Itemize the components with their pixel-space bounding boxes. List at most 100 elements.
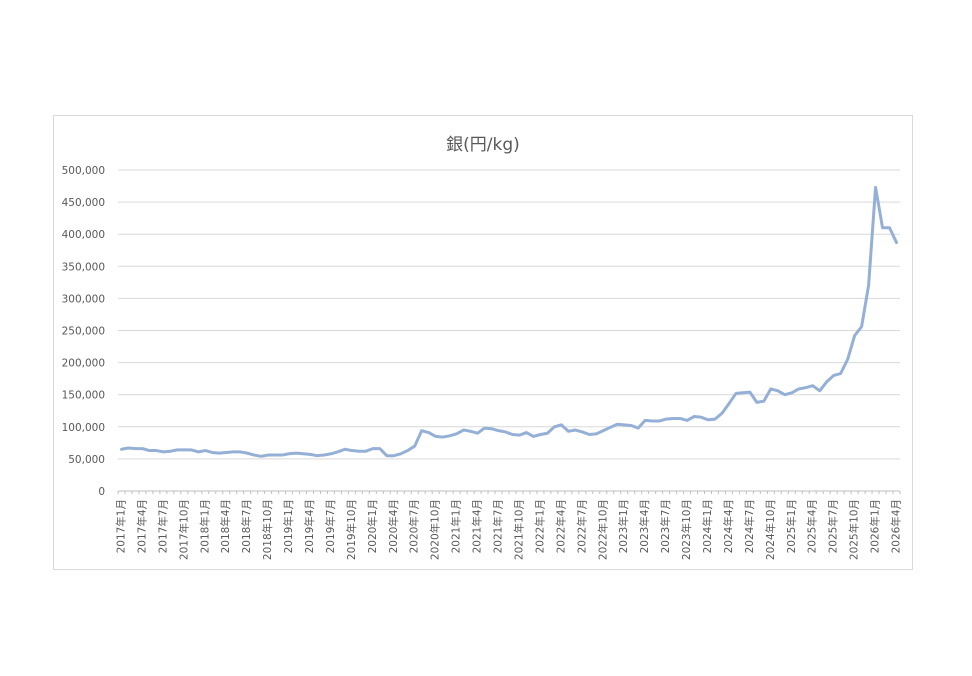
data-point [295,452,298,455]
data-point [713,418,716,421]
x-tick-label: 2026年4月 [890,499,903,553]
data-point [804,386,807,389]
data-point [476,432,479,435]
data-point [148,449,151,452]
x-tick-label: 2019年1月 [282,499,295,553]
data-point [211,451,214,454]
x-tick-label: 2024年1月 [701,499,714,553]
data-point [783,393,786,396]
data-point [274,454,277,457]
y-tick-label: 100,000 [62,422,105,434]
data-point [616,423,619,426]
data-point [623,423,626,426]
series-line [119,185,899,458]
data-point [190,448,193,451]
data-point [413,445,416,448]
x-tick-label: 2025年10月 [848,499,861,560]
x-tick-label: 2018年10月 [261,499,274,560]
data-point [309,453,312,456]
data-point [322,454,325,457]
y-tick-label: 50,000 [68,454,105,466]
data-point [315,454,318,457]
x-tick-label: 2017年1月 [114,499,127,553]
data-point [239,450,242,453]
data-point [357,450,360,453]
x-tick-label: 2021年7月 [492,499,505,553]
data-point [469,430,472,433]
x-tick-label: 2019年10月 [345,499,358,560]
data-point [155,449,158,452]
data-point [846,358,849,361]
data-point [706,418,709,421]
data-point [574,429,577,432]
data-point [644,419,647,422]
data-point [455,432,458,435]
data-point [811,384,814,387]
x-tick-label: 2023年7月 [659,499,672,553]
data-point [336,450,339,453]
data-point [371,447,374,450]
x-tick-label: 2018年4月 [219,499,232,553]
data-point [895,241,898,244]
x-tick-label: 2023年10月 [680,499,693,560]
data-point [385,454,388,457]
data-point [867,284,870,287]
x-tick-label: 2020年4月 [387,499,400,553]
x-tick-label: 2020年1月 [366,499,379,553]
data-point [302,452,305,455]
data-point [686,419,689,422]
data-point [399,452,402,455]
y-tick-label: 450,000 [62,197,105,209]
x-tick-label: 2025年4月 [806,499,819,553]
data-point [406,449,409,452]
data-point [741,391,744,394]
x-tick-label: 2018年7月 [240,499,253,553]
data-point [197,450,200,453]
data-point [497,429,500,432]
data-point [392,454,395,457]
line-chart: 0 50,000 100,000 150,000 200,000 250,000 300,0… [62,165,903,560]
data-point [888,226,891,229]
x-tick-label: 2021年10月 [512,499,525,560]
x-tick-label: 2017年7月 [156,499,169,553]
data-point [378,447,381,450]
x-tick-label: 2025年1月 [785,499,798,553]
x-tick-label: 2024年10月 [764,499,777,560]
data-point [700,416,703,419]
data-point [490,427,493,430]
x-tick-label: 2026年1月 [869,499,882,553]
data-point [546,432,549,435]
data-point [825,380,828,383]
y-tick-label: 200,000 [62,358,105,370]
data-point [204,449,207,452]
x-tick-label: 2022年1月 [533,499,546,553]
data-point [853,334,856,337]
data-point [329,452,332,455]
data-point [134,447,137,450]
data-point [881,226,884,229]
data-point [755,401,758,404]
data-point [818,389,821,392]
data-point [232,450,235,453]
data-point [532,435,535,438]
x-tick-label: 2022年10月 [596,499,609,560]
x-tick-label: 2024年7月 [743,499,756,553]
data-point [518,434,521,437]
data-point [267,454,270,457]
data-point [748,391,751,394]
x-tick-label: 2023年1月 [617,499,630,553]
data-point [588,433,591,436]
data-point [630,424,633,427]
chart-area: 銀(円/kg) 0 50,000 100,000 150,000 200,000 250,… [53,115,913,570]
data-point [609,426,612,429]
data-point [281,454,284,457]
data-point [860,325,863,328]
data-point [832,374,835,377]
data-point [183,448,186,451]
data-point [525,431,528,434]
data-point [169,450,172,453]
data-point [350,449,353,452]
data-point [260,455,263,458]
x-tick-label: 2023年4月 [638,499,651,553]
x-tick-label: 2019年4月 [303,499,316,553]
